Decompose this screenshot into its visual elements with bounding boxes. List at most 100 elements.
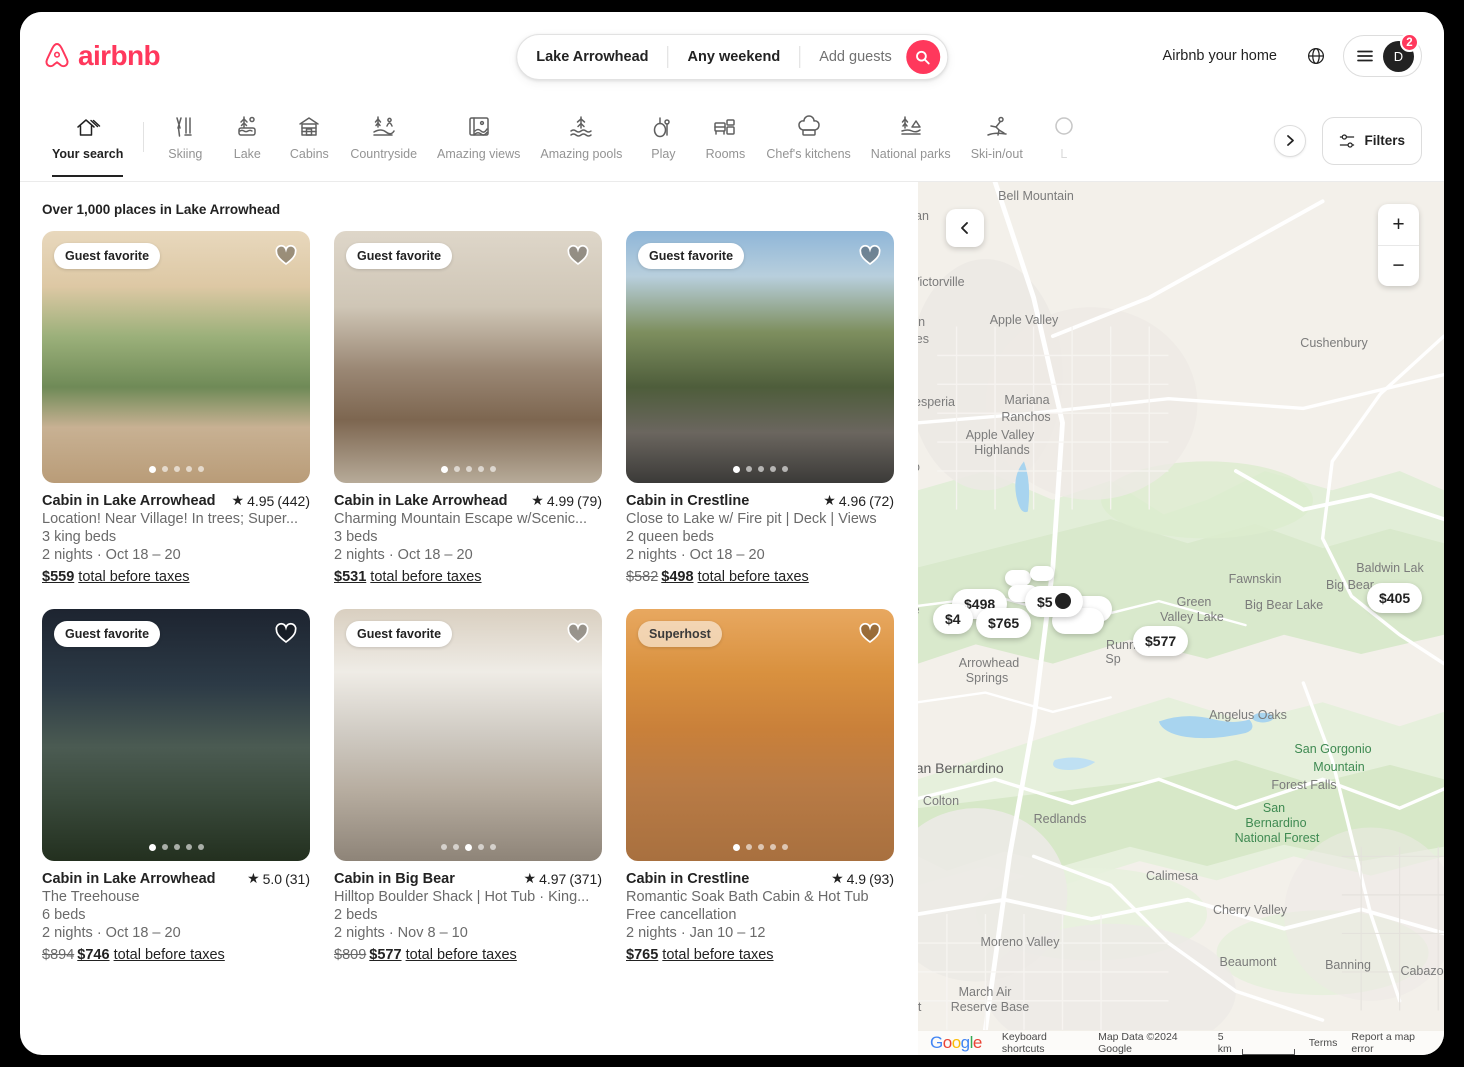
language-button[interactable] — [1297, 37, 1335, 75]
map-price-pin[interactable]: $4 — [933, 604, 973, 634]
favorite-heart-icon[interactable] — [566, 243, 590, 267]
map-price-pin[interactable]: $405 — [1367, 583, 1423, 613]
category-play[interactable]: Play — [632, 108, 694, 161]
map-zoom-out-button[interactable]: − — [1378, 245, 1419, 286]
category-scroller[interactable]: Your search Skiing Lake Cabins Countryside Am… — [42, 100, 1268, 181]
carousel-dot[interactable] — [757, 466, 764, 472]
carousel-dot[interactable] — [197, 466, 204, 472]
category-your-search[interactable]: Your search — [42, 108, 133, 177]
favorite-heart-icon[interactable] — [274, 243, 298, 267]
listing-card[interactable]: Guest favorite Cabin in Lake Arrowhead ★… — [42, 231, 310, 585]
favorite-heart-icon[interactable] — [858, 243, 882, 267]
map-price-pin[interactable]: $5 — [1025, 586, 1083, 617]
map-price-pin-cluster[interactable] — [1005, 570, 1031, 586]
map-panel[interactable]: + − Google Keyboard shortcuts Map Data ©… — [918, 182, 1444, 1055]
favorite-heart-icon[interactable] — [274, 621, 298, 645]
category-ski-in-out[interactable]: Ski-in/out — [961, 108, 1033, 161]
listing-card[interactable]: Guest favorite Cabin in Crestline ★ 4.96… — [626, 231, 894, 585]
listing-image[interactable]: Superhost — [626, 609, 894, 861]
carousel-dot[interactable] — [465, 466, 472, 472]
carousel-dot[interactable] — [781, 844, 788, 850]
listing-image[interactable]: Guest favorite — [42, 609, 310, 861]
carousel-dot[interactable] — [757, 844, 764, 850]
search-bar[interactable]: Lake Arrowhead Any weekend Add guests — [516, 34, 948, 80]
carousel-dot[interactable] — [453, 466, 460, 472]
category-chef-s-kitchens[interactable]: Chef's kitchens — [756, 108, 860, 161]
carousel-dot[interactable] — [489, 844, 496, 850]
carousel-dot[interactable] — [745, 844, 752, 850]
search-button[interactable] — [905, 40, 940, 74]
carousel-dot[interactable] — [732, 466, 740, 473]
map-zoom-in-button[interactable]: + — [1378, 204, 1419, 245]
carousel-dot[interactable] — [185, 844, 192, 850]
search-location[interactable]: Lake Arrowhead — [517, 35, 667, 79]
map-back-button[interactable] — [946, 209, 984, 247]
map-price-pin[interactable]: $765 — [976, 608, 1032, 638]
category-countryside[interactable]: Countryside — [340, 108, 427, 161]
rating-value: 5.0 — [262, 870, 283, 887]
carousel-dot[interactable] — [769, 844, 776, 850]
carousel-dot[interactable] — [489, 466, 496, 472]
category-cabins[interactable]: Cabins — [278, 108, 340, 161]
favorite-heart-icon[interactable] — [858, 621, 882, 645]
listing-image[interactable]: Guest favorite — [334, 609, 602, 861]
carousel-dot[interactable] — [732, 844, 740, 851]
map-price-pin[interactable]: $577 — [1133, 626, 1189, 656]
map-price-pin-cluster[interactable] — [1030, 566, 1054, 581]
search-dates[interactable]: Any weekend — [669, 35, 800, 79]
listing-badge: Superhost — [638, 621, 722, 647]
report-map-error-link[interactable]: Report a map error — [1351, 1031, 1432, 1055]
listing-card[interactable]: Superhost Cabin in Crestline ★ 4.9 (93) … — [626, 609, 894, 963]
category-amazing-pools[interactable]: Amazing pools — [530, 108, 632, 161]
category-next-button[interactable] — [1274, 124, 1307, 157]
review-count: (31) — [285, 870, 310, 887]
airbnb-logo[interactable]: airbnb — [42, 40, 161, 72]
carousel-dot[interactable] — [161, 466, 168, 472]
listing-title: Cabin in Lake Arrowhead — [42, 493, 216, 509]
map-zoom-controls[interactable]: + − — [1378, 204, 1419, 286]
category-national-parks[interactable]: National parks — [861, 108, 961, 161]
review-count: (79) — [577, 492, 602, 509]
carousel-dot[interactable] — [161, 844, 168, 850]
listing-image[interactable]: Guest favorite — [626, 231, 894, 483]
airbnb-your-home-link[interactable]: Airbnb your home — [1151, 38, 1289, 74]
carousel-dot[interactable] — [452, 844, 459, 850]
listing-card[interactable]: Guest favorite Cabin in Big Bear ★ 4.97 … — [334, 609, 602, 963]
carousel-dot[interactable] — [781, 466, 788, 472]
listing-image[interactable]: Guest favorite — [334, 231, 602, 483]
carousel-dot[interactable] — [148, 466, 156, 473]
carousel-dot[interactable] — [440, 844, 447, 850]
carousel-dot[interactable] — [185, 466, 192, 472]
profile-menu-button[interactable]: D 2 — [1343, 33, 1422, 77]
carousel-dot[interactable] — [477, 466, 484, 472]
carousel-dot[interactable] — [440, 466, 448, 473]
carousel-dot[interactable] — [477, 844, 484, 850]
hamburger-icon — [1357, 50, 1373, 62]
carousel-dot[interactable] — [148, 844, 156, 851]
carousel-dot[interactable] — [745, 466, 752, 472]
category-skiing[interactable]: Skiing — [154, 108, 216, 161]
category-amazing-views[interactable]: Amazing views — [427, 108, 530, 161]
carousel-dots — [334, 844, 602, 851]
carousel-dot[interactable] — [173, 844, 180, 850]
terms-link[interactable]: Terms — [1309, 1037, 1338, 1049]
listing-image[interactable]: Guest favorite — [42, 231, 310, 483]
listing-dates: 2 nights · Jan 10 – 12 — [626, 925, 766, 941]
review-count: (371) — [569, 870, 602, 887]
carousel-dot[interactable] — [197, 844, 204, 850]
listing-price-tail: total before taxes — [662, 947, 774, 963]
carousel-dot[interactable] — [173, 466, 180, 472]
listing-card[interactable]: Guest favorite Cabin in Lake Arrowhead ★… — [42, 609, 310, 963]
search-guests[interactable]: Add guests — [800, 35, 906, 79]
category-rooms[interactable]: Rooms — [694, 108, 756, 161]
lake-icon — [234, 114, 260, 140]
favorite-heart-icon[interactable] — [566, 621, 590, 645]
listing-card[interactable]: Guest favorite Cabin in Lake Arrowhead ★… — [334, 231, 602, 585]
carousel-dot[interactable] — [769, 466, 776, 472]
filters-button[interactable]: Filters — [1322, 116, 1422, 165]
carousel-dots — [626, 466, 894, 473]
category-l[interactable]: L — [1033, 108, 1095, 161]
carousel-dot[interactable] — [464, 844, 472, 851]
keyboard-shortcuts-link[interactable]: Keyboard shortcuts — [1002, 1031, 1084, 1055]
category-lake[interactable]: Lake — [216, 108, 278, 161]
